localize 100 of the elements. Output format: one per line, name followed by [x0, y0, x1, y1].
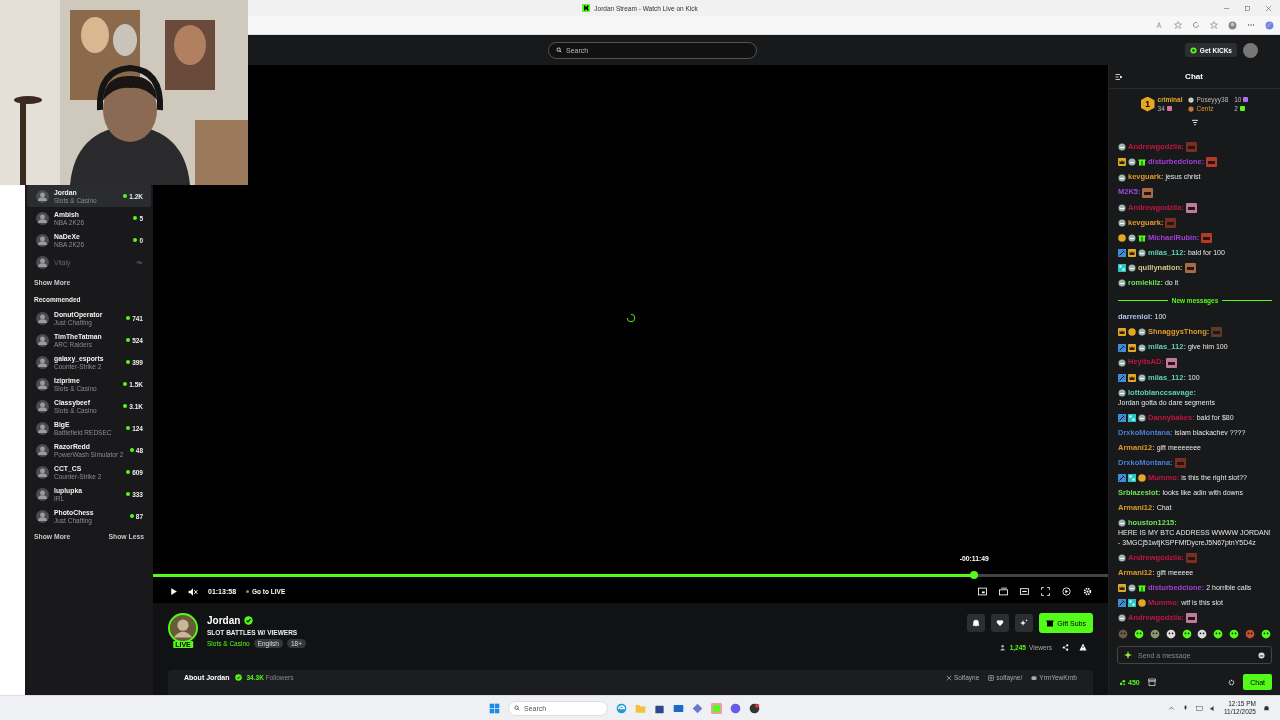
crown-icon [1118, 158, 1126, 167]
heart-icon [996, 619, 1005, 627]
badge-icon [1118, 218, 1126, 227]
loading-spinner-icon [625, 312, 636, 323]
avatar-icon [36, 311, 49, 325]
badge-icon [1128, 584, 1136, 592]
more-icon[interactable] [1247, 21, 1255, 29]
emote-icon[interactable] [1133, 629, 1144, 639]
emote-icon[interactable] [1229, 629, 1240, 639]
badge-icon [1118, 279, 1126, 288]
badge-icon [1118, 264, 1126, 273]
badge-icon [1118, 203, 1126, 212]
viewers-icon [999, 643, 1007, 651]
avatar-icon [36, 233, 49, 247]
crown-icon [1118, 584, 1126, 592]
share-icon[interactable] [1062, 643, 1069, 651]
notification-icon[interactable] [1263, 704, 1270, 712]
refresh-icon[interactable] [1192, 21, 1200, 29]
discord-icon [1031, 674, 1038, 681]
badge-icon [1138, 473, 1146, 482]
sword-icon [1118, 373, 1126, 382]
badge-icon [1128, 328, 1136, 337]
emote-icon[interactable] [1149, 629, 1160, 639]
verified-icon [234, 674, 242, 682]
sword-icon [1118, 249, 1126, 258]
progress-bar[interactable] [153, 573, 1108, 577]
badge-icon [1118, 234, 1126, 243]
sword-icon [1118, 343, 1126, 352]
fullscreen-icon[interactable] [1041, 587, 1050, 596]
subscribe-button[interactable] [1015, 614, 1034, 632]
collapse-icon[interactable] [1115, 72, 1123, 81]
avatar-icon [36, 255, 49, 269]
bell-icon [972, 619, 981, 627]
search-icon [556, 47, 562, 53]
play-icon[interactable] [169, 587, 178, 596]
profile-icon[interactable] [1228, 20, 1237, 30]
follow-button[interactable] [991, 614, 1010, 632]
channel-avatar-icon[interactable] [168, 613, 198, 643]
theater-mode-icon[interactable] [1020, 587, 1029, 596]
crown-icon [1128, 249, 1136, 258]
settings-icon[interactable] [1228, 678, 1236, 686]
badge-icon [1118, 173, 1126, 182]
sparkle-icon [1020, 619, 1029, 627]
badge-icon [1138, 249, 1146, 258]
avatar-icon [36, 189, 49, 203]
channel-name: Jordan [207, 615, 241, 626]
badge-icon [1128, 473, 1136, 482]
gift-icon [1138, 158, 1146, 167]
volume-icon[interactable] [1209, 704, 1217, 712]
badge-icon [1118, 358, 1126, 367]
store-icon[interactable] [1147, 678, 1156, 686]
avatar-icon [36, 355, 49, 369]
picture-in-picture-icon[interactable] [978, 587, 987, 596]
coin-icon [1189, 46, 1197, 54]
emote-icon[interactable] [1181, 629, 1192, 639]
muted-icon[interactable] [188, 586, 198, 597]
badge-icon [1118, 553, 1126, 562]
mail-icon[interactable] [673, 702, 684, 714]
badge-icon [1118, 518, 1126, 527]
badge-icon [1118, 388, 1126, 397]
start-icon[interactable] [489, 702, 500, 714]
emoji-icon[interactable] [1258, 651, 1265, 659]
crown-icon [1128, 343, 1136, 352]
emote-icon[interactable] [1213, 629, 1224, 639]
gift-icon [1046, 619, 1055, 627]
app-icon[interactable] [749, 702, 760, 714]
sword-icon [1118, 473, 1126, 482]
search-icon [514, 705, 520, 711]
crown-icon [1118, 328, 1126, 337]
profile-avatar[interactable] [1243, 42, 1258, 58]
badge-icon [1128, 234, 1136, 243]
avatar-icon [36, 487, 49, 501]
badge-icon [1138, 343, 1146, 352]
x-icon [945, 674, 952, 681]
avatar-icon [36, 377, 49, 391]
filter-icon[interactable] [1190, 119, 1199, 126]
gift-icon [1138, 584, 1146, 592]
badge-icon [1128, 264, 1136, 273]
emote-icon[interactable] [1260, 629, 1271, 639]
miniplayer-icon[interactable] [999, 587, 1008, 596]
avatar-icon [36, 465, 49, 479]
copilot-icon[interactable] [1265, 20, 1274, 30]
badge-icon [1138, 599, 1146, 607]
badge-icon [1138, 373, 1146, 382]
gift-icon [1138, 234, 1146, 243]
avatar-icon [36, 333, 49, 347]
notification-button[interactable] [967, 614, 986, 632]
badge-icon [1118, 143, 1126, 152]
avatar-icon [36, 399, 49, 413]
report-icon[interactable] [1079, 643, 1087, 651]
kick-logo-icon [582, 4, 591, 12]
crown-icon [1128, 373, 1136, 382]
emote-icon[interactable] [1197, 629, 1208, 639]
badge-icon [1128, 599, 1136, 607]
diamond-icon[interactable] [692, 702, 703, 714]
star-icon[interactable] [1174, 21, 1182, 29]
emote-icon[interactable] [1165, 629, 1176, 639]
avatar-icon [36, 211, 49, 225]
sparkle-icon [1124, 651, 1132, 659]
clip-icon[interactable] [1062, 587, 1071, 596]
